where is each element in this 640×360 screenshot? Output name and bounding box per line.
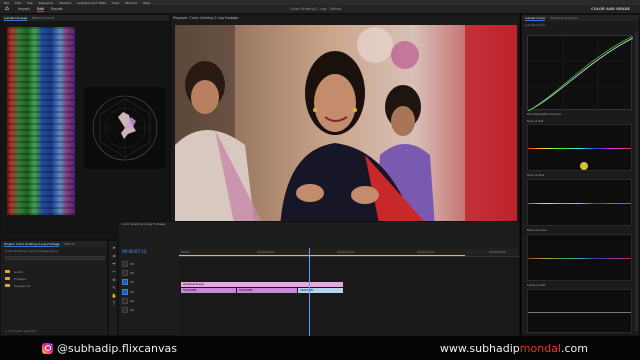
hue-vs-luma-curve[interactable]: [527, 234, 632, 281]
lumetri-subheader: Lumetri Color: [525, 23, 546, 27]
razor-tool-icon[interactable]: ✂: [111, 269, 117, 274]
menu-sequence[interactable]: Sequence: [39, 1, 54, 5]
menu-edit[interactable]: Edit: [15, 1, 21, 5]
folder-icon: [5, 276, 10, 281]
hue-vs-hue-curve[interactable]: [527, 179, 632, 226]
section-luma-vs-sat[interactable]: Luma vs Sat: [527, 283, 545, 287]
tools-panel: ➤ ⇉ ⇹ ✂ ⇆ ✎ ✋ T: [108, 240, 118, 336]
playhead[interactable]: [309, 248, 310, 336]
workspace-bar: ⌂ Import Edit Export Color Grading C-Log…: [0, 5, 640, 14]
rgb-curve[interactable]: [527, 35, 634, 112]
track-header-a3[interactable]: A3: [122, 306, 178, 314]
menu-view[interactable]: View: [112, 1, 119, 5]
project-panel: Project: Color Grading C-Log Footage Eff…: [0, 240, 108, 336]
ripple-edit-icon[interactable]: ⇹: [111, 261, 117, 266]
lumetri-scrollbar[interactable]: [635, 31, 638, 331]
track-header-a1[interactable]: A1: [122, 288, 178, 296]
program-monitor: Program: Color Grading C-Log Footage: [170, 14, 520, 240]
toggle-sync-icon[interactable]: [122, 298, 128, 304]
tab-export[interactable]: Export: [51, 7, 63, 11]
section-hue-vs-hue[interactable]: Hue vs Hue: [527, 173, 544, 177]
project-item-count: 1 of 5 items selected: [5, 329, 37, 333]
ruler-mark: 00:00:15:00: [417, 250, 435, 254]
menu-window[interactable]: Window: [125, 1, 137, 5]
project-search-input[interactable]: [5, 256, 105, 260]
clip-adjustment-layer[interactable]: Adjustment Layer: [181, 282, 343, 287]
section-hue-vs-sat[interactable]: Hue vs Sat: [527, 119, 543, 123]
toggle-sync-icon[interactable]: [122, 261, 128, 267]
document-title: Color Grading C-Log - Edited: [290, 7, 342, 11]
toggle-sync-icon[interactable]: [122, 279, 128, 285]
ruler-mark: 00:00: [181, 250, 190, 254]
track-header-a2[interactable]: A2: [122, 297, 178, 305]
list-item[interactable]: Footage: [5, 276, 105, 281]
vectorscope: [84, 87, 166, 169]
folder-icon: [5, 283, 10, 288]
hand-tool-icon[interactable]: ✋: [111, 293, 117, 298]
clip-video[interactable]: C0002.MP4: [237, 288, 297, 293]
track-header-v3[interactable]: V3: [122, 260, 178, 268]
track-select-icon[interactable]: ⇉: [111, 253, 117, 258]
lumetri-color-panel: Lumetri Color Essential Graphics Lumetri…: [521, 14, 640, 336]
home-icon[interactable]: ⌂: [5, 6, 11, 12]
track-area[interactable]: Adjustment Layer C0001.MP4 C0002.MP4 C00…: [179, 258, 519, 336]
menu-help[interactable]: Help: [143, 1, 150, 5]
instagram-handle: @subhadip.flixcanvas: [42, 342, 177, 355]
menu-markers[interactable]: Markers: [59, 1, 71, 5]
ruler-mark: 00:00:20:00: [489, 250, 507, 254]
tab-lumetri-color[interactable]: Lumetri Color: [525, 16, 546, 21]
work-area-bar[interactable]: [179, 255, 465, 256]
ruler-mark: 00:00:10:00: [337, 250, 355, 254]
tab-lumetri-scopes[interactable]: Lumetri Scopes: [4, 16, 28, 21]
menu-graphics[interactable]: Graphics and Titles: [77, 1, 106, 5]
tab-import[interactable]: Import: [18, 7, 30, 11]
ruler-mark: 00:00:05:00: [257, 250, 275, 254]
lumetri-scopes-panel: Lumetri Scopes Effect Controls Rec 709: [0, 14, 170, 251]
website-url: www.subhadipmondal.com: [439, 341, 588, 355]
clip-video[interactable]: C0001.MP4: [181, 288, 236, 293]
cursor-indicator: [580, 162, 588, 170]
folder-icon: [5, 269, 10, 274]
video-frame[interactable]: [175, 25, 517, 228]
project-filename: Color Grading C-Log Footage.prproj: [5, 249, 59, 253]
luma-vs-sat-curve[interactable]: [527, 289, 632, 333]
timeline-panel: Color Grading C-Log Footage 00:00:07:13 …: [118, 221, 520, 336]
tab-edit[interactable]: Edit: [36, 7, 44, 12]
program-title: Program: Color Grading C-Log Footage: [173, 16, 239, 20]
rgb-parade-scope: [7, 27, 75, 215]
track-header-v1[interactable]: V1: [122, 278, 178, 286]
section-hsl-curves[interactable]: Hue Saturation Curves: [527, 112, 561, 116]
menu-file[interactable]: File: [4, 1, 9, 5]
instagram-icon: [42, 342, 53, 354]
list-item[interactable]: Audio: [5, 269, 105, 274]
watermark-bar: @subhadip.flixcanvas www.subhadipmondal.…: [0, 336, 640, 360]
timeline-timecode[interactable]: 00:00:07:13: [122, 249, 146, 254]
tab-essential-graphics[interactable]: Essential Graphics: [550, 16, 578, 20]
slip-tool-icon[interactable]: ⇆: [111, 277, 117, 282]
pen-tool-icon[interactable]: ✎: [111, 285, 117, 290]
tab-effect-controls[interactable]: Effect Controls: [32, 16, 54, 20]
workspace-color[interactable]: COLOR AND GRADE: [591, 7, 630, 11]
timeline-ruler[interactable]: 00:00 00:00:05:00 00:00:10:00 00:00:15:0…: [179, 249, 519, 257]
selection-tool-icon[interactable]: ➤: [111, 245, 117, 250]
track-header-v2[interactable]: V2: [122, 269, 178, 277]
tab-project[interactable]: Project: Color Grading C-Log Footage: [4, 242, 60, 247]
timeline-tab[interactable]: Color Grading C-Log Footage: [122, 222, 165, 228]
type-tool-icon[interactable]: T: [111, 301, 117, 306]
list-item[interactable]: Sequences: [5, 283, 105, 288]
toggle-sync-icon[interactable]: [122, 307, 128, 313]
toggle-sync-icon[interactable]: [122, 289, 128, 295]
section-hue-vs-luma[interactable]: Hue vs Luma: [527, 228, 547, 232]
toggle-sync-icon[interactable]: [122, 270, 128, 276]
clip-video[interactable]: C0003.MP4: [298, 288, 343, 293]
tab-effects[interactable]: Effects: [64, 242, 74, 246]
menu-clip[interactable]: Clip: [27, 1, 33, 5]
